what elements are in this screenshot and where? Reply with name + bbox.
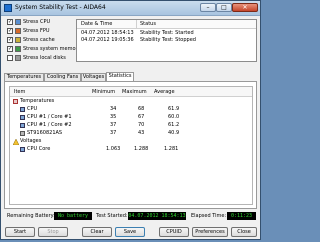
start-button[interactable]: Start: [5, 227, 35, 237]
remaining-battery-value: No battery: [54, 212, 92, 220]
header-average[interactable]: Average: [154, 89, 175, 95]
row-item: CPU Core: [27, 146, 51, 152]
elapsed-time-value: 0:11:23: [227, 212, 256, 220]
checkbox-box[interactable]: ✓: [7, 19, 13, 25]
cpu-chip-icon: [15, 19, 21, 25]
checkbox-box[interactable]: [7, 55, 13, 61]
log-header-datetime[interactable]: Date & Time: [81, 21, 112, 27]
log-row-datetime: 04.07.2012 18:54:13: [81, 30, 134, 36]
group-row-temperatures[interactable]: Temperatures: [10, 98, 252, 106]
row-maximum: 70: [138, 122, 145, 128]
table-row[interactable]: CPU #1 / Core #1 35 67 60.0: [10, 114, 252, 122]
row-minimum: 1.063: [106, 146, 121, 152]
group-label: Voltages: [20, 138, 42, 144]
test-started-value: 04.07.2012 18:54:13: [128, 212, 186, 220]
stress-cpu-label: Stress CPU: [23, 19, 51, 25]
log-row-status: Stability Test: Started: [140, 30, 194, 36]
tab-voltages[interactable]: Voltages: [81, 73, 106, 81]
row-maximum: 68: [138, 106, 145, 112]
table-row[interactable]: CPU 34 68 61.9: [10, 106, 252, 114]
cpu-chip-icon: [20, 123, 25, 128]
group-row-voltages[interactable]: Voltages: [10, 138, 252, 146]
row-average: 61.2: [168, 122, 180, 128]
event-log-table[interactable]: Date & Time Status 04.07.2012 18:54:13 S…: [76, 19, 257, 62]
header-item[interactable]: Item: [14, 89, 25, 95]
cpu-chip-icon: [20, 107, 25, 112]
row-maximum: 43: [138, 130, 145, 136]
group-label: Temperatures: [20, 98, 55, 104]
elapsed-time-label: Elapsed Time:: [191, 213, 227, 219]
cpu-chip-icon: [20, 147, 25, 152]
row-average: 60.0: [168, 114, 180, 120]
hard-disk-icon: [15, 55, 21, 61]
row-average: 1.281: [164, 146, 179, 152]
header-maximum[interactable]: Maximum: [122, 89, 147, 95]
cache-icon: [15, 37, 21, 43]
row-item: CPU: [27, 106, 38, 112]
statistics-panel: Item Minimum Maximum Average Temperature…: [4, 81, 257, 209]
row-minimum: 35: [110, 114, 117, 120]
status-bar: Remaining Battery: No battery Test Start…: [1, 209, 260, 223]
stress-fpu-label: Stress FPU: [23, 28, 50, 34]
log-row[interactable]: 04.07.2012 18:54:13 Stability Test: Star…: [77, 30, 256, 37]
table-row[interactable]: CPU #1 / Core #2 37 70 61.2: [10, 122, 252, 130]
row-item: CPU #1 / Core #1: [27, 114, 72, 120]
row-item: ST9160821AS: [27, 130, 63, 136]
hard-disk-icon: [20, 131, 25, 136]
stability-test-window: System Stability Test - AIDA64 – □ ✕ ✓ S…: [0, 0, 261, 240]
row-minimum: 37: [110, 130, 117, 136]
table-row[interactable]: CPU Core 1.063 1.288 1.281: [10, 146, 252, 154]
header-minimum[interactable]: Minimum: [92, 89, 115, 95]
row-minimum: 34: [110, 106, 117, 112]
log-header-status[interactable]: Status: [140, 21, 156, 27]
cpuid-button[interactable]: CPUID: [159, 227, 189, 237]
aida64-app-icon: [4, 4, 12, 12]
stress-memory-label: Stress system memory: [23, 46, 81, 52]
maximize-button[interactable]: □: [216, 3, 232, 12]
minimize-button[interactable]: –: [200, 3, 216, 12]
log-row[interactable]: 04.07.2012 19:05:36 Stability Test: Stop…: [77, 37, 256, 44]
clear-button[interactable]: Clear: [82, 227, 112, 237]
thermometer-icon: [13, 99, 18, 104]
row-maximum: 67: [138, 114, 145, 120]
statistics-table[interactable]: Item Minimum Maximum Average Temperature…: [9, 86, 253, 205]
row-item: CPU #1 / Core #2: [27, 122, 72, 128]
close-window-button[interactable]: ✕: [232, 3, 258, 12]
close-button[interactable]: Close: [231, 227, 257, 237]
table-row[interactable]: ST9160821AS 37 43 40.9: [10, 130, 252, 138]
checkbox-box[interactable]: ✓: [7, 37, 13, 43]
row-minimum: 37: [110, 122, 117, 128]
log-header: Date & Time Status: [77, 20, 256, 29]
tab-cooling-fans[interactable]: Cooling Fans: [44, 73, 81, 81]
window-title: System Stability Test - AIDA64: [15, 4, 106, 11]
memory-icon: [15, 46, 21, 52]
stress-disks-label: Stress local disks: [23, 55, 66, 61]
title-bar[interactable]: System Stability Test - AIDA64 – □ ✕: [1, 1, 260, 16]
save-button[interactable]: Save: [115, 227, 145, 237]
cpu-chip-icon: [20, 115, 25, 120]
row-average: 61.9: [168, 106, 180, 112]
tab-temperatures[interactable]: Temperatures: [4, 73, 44, 81]
fpu-icon: [15, 28, 21, 34]
log-row-status: Stability Test: Stopped: [140, 37, 196, 43]
stop-button[interactable]: Stop: [38, 227, 68, 237]
warning-triangle-icon: [12, 138, 20, 146]
remaining-battery-label: Remaining Battery:: [7, 213, 55, 219]
test-started-label: Test Started:: [96, 213, 128, 219]
statistics-header: Item Minimum Maximum Average: [10, 87, 252, 97]
log-row-datetime: 04.07.2012 19:05:36: [81, 37, 134, 43]
checkbox-box[interactable]: ✓: [7, 46, 13, 52]
row-maximum: 1.288: [134, 146, 149, 152]
column-divider[interactable]: [136, 20, 137, 28]
preferences-button[interactable]: Preferences: [192, 227, 228, 237]
row-average: 40.9: [168, 130, 180, 136]
stress-cache-label: Stress cache: [23, 37, 55, 43]
checkbox-box[interactable]: ✓: [7, 28, 13, 34]
